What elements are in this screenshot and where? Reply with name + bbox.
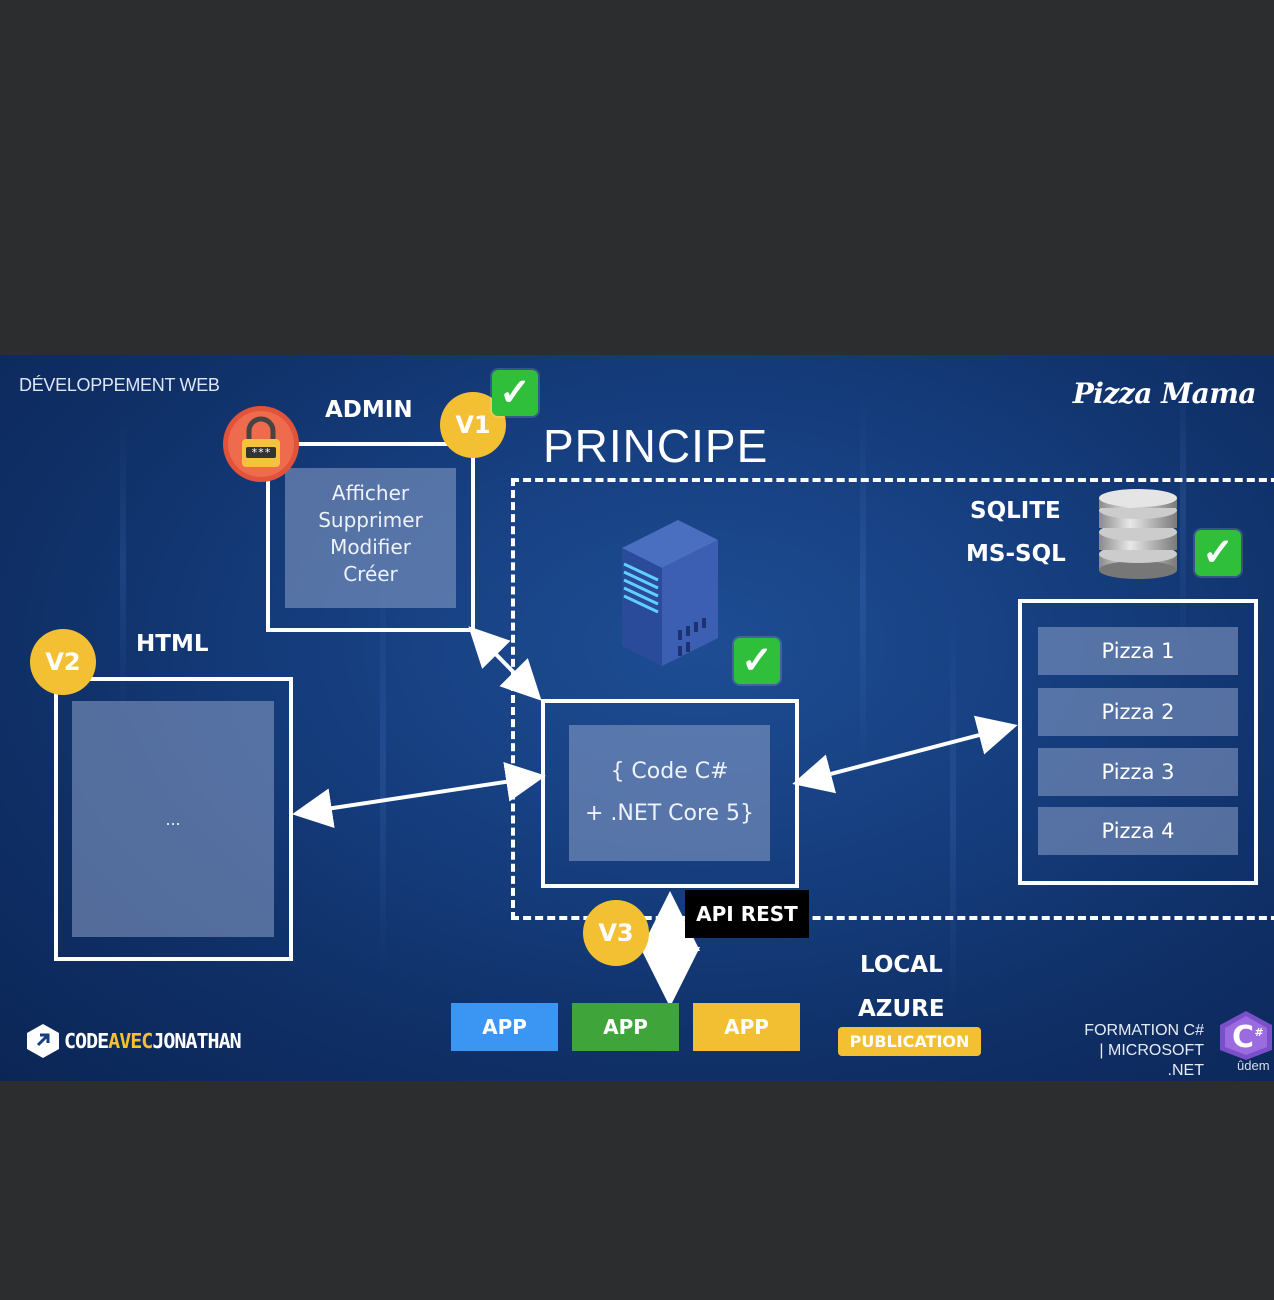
admin-action: Créer [343, 562, 398, 586]
check-icon: ✓ [1195, 530, 1241, 576]
list-item: Pizza 1 [1038, 627, 1238, 675]
database-icon [1097, 488, 1179, 580]
db-label-mssql: MS-SQL [966, 541, 1066, 567]
list-item: Pizza 2 [1038, 688, 1238, 736]
list-item: Pizza 4 [1038, 807, 1238, 855]
code-line-2: + .NET Core 5} [584, 801, 755, 826]
version-badge-v2: V2 [30, 629, 96, 695]
server-code-panel: { Code C# + .NET Core 5} [569, 725, 770, 861]
list-item: Pizza 3 [1038, 748, 1238, 796]
azure-label: AZURE [858, 996, 945, 1022]
slide: DÉVELOPPEMENT WEB Pizza Mama PRINCIPE AD… [0, 355, 1274, 1081]
admin-action: Modifier [330, 535, 411, 559]
svg-text:***: *** [251, 446, 271, 459]
check-icon: ✓ [492, 370, 538, 416]
local-label: LOCAL [860, 952, 943, 978]
svg-text:C: C [1232, 1020, 1254, 1055]
app-tile: APP [451, 1003, 558, 1051]
html-panel: ... [72, 701, 274, 937]
admin-label: ADMIN [325, 397, 413, 423]
logo-prefix: CODE [64, 1029, 109, 1053]
logo-suffix: JONATHAN [152, 1029, 241, 1053]
formation-line-2: | MICROSOFT .NET [1099, 1042, 1204, 1079]
logo-avec: AVEC [108, 1029, 153, 1053]
admin-server-arrow [468, 626, 542, 701]
udemy-label: ûdem [1237, 1058, 1270, 1073]
server-icon [618, 518, 722, 668]
api-rest-label: API REST [685, 890, 809, 938]
version-badge-v3: V3 [583, 900, 649, 966]
codeavecjonathan-logo-text: CODEAVECJONATHAN [64, 1029, 242, 1053]
db-label-sqlite: SQLITE [970, 498, 1061, 524]
csharp-logo-icon: C # ûdem [1219, 1010, 1274, 1073]
code-line-1: { Code C# [610, 759, 729, 784]
app-tile: APP [572, 1003, 679, 1051]
html-server-arrow [292, 762, 546, 828]
publication-badge: PUBLICATION [838, 1027, 981, 1056]
admin-actions-panel: Afficher Supprimer Modifier Créer [285, 468, 456, 608]
server-db-arrow [792, 715, 1018, 794]
admin-action: Supprimer [318, 508, 423, 532]
lock-icon: *** [222, 405, 300, 483]
html-label: HTML [136, 631, 209, 657]
check-icon: ✓ [734, 638, 780, 684]
admin-action: Afficher [331, 481, 410, 505]
codeavecjonathan-logo-icon [26, 1023, 60, 1059]
app-tile: APP [693, 1003, 800, 1051]
formation-line-1: FORMATION C# [1084, 1022, 1204, 1039]
html-content: ... [165, 809, 181, 829]
formation-text: FORMATION C# | MICROSOFT .NET [1070, 1021, 1204, 1081]
svg-text:#: # [1254, 1026, 1263, 1039]
